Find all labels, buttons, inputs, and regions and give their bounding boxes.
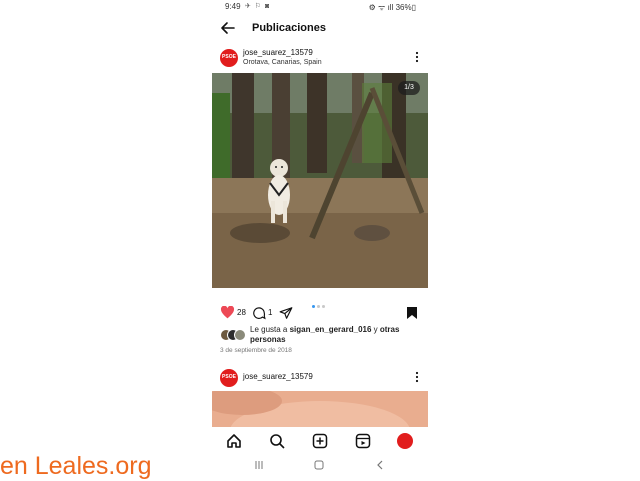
reels-icon[interactable] [355,433,371,449]
recent-apps-icon[interactable] [254,460,264,470]
post-actions: 28 1 [212,304,428,322]
status-battery: ⚙ ᯤ ıll 36%▯ [368,3,416,12]
post-image[interactable]: 1/3 [212,73,428,288]
post-location[interactable]: Orotava, Canarias, Spain [243,59,322,66]
page-title: Publicaciones [252,22,326,34]
home-button-icon[interactable] [314,460,324,470]
post-username[interactable]: jose_suarez_13579 [243,48,313,57]
comments-count[interactable]: 1 [268,308,272,317]
back-arrow-icon[interactable] [220,20,236,36]
likes-count[interactable]: 28 [237,308,246,317]
forest-dog-photo [212,73,428,288]
image-counter: 1/3 [398,81,420,95]
watermark-logo: en Leales.org [0,452,152,480]
liked-by-row: Le gusta a sigan_en_gerard_016 y otras p… [212,324,428,346]
avatar[interactable]: PSOE [220,369,238,387]
bookmark-icon[interactable] [406,306,418,320]
liked-by-user[interactable]: sigan_en_gerard_016 [290,325,372,334]
liked-by-suffix: y [371,325,380,334]
profile-icon[interactable] [397,433,413,449]
search-icon[interactable] [269,433,285,449]
avatar-logo-text: PSOE [222,54,236,60]
status-time: 9:49 [225,2,241,11]
home-icon[interactable] [226,433,242,449]
liked-by-prefix: Le gusta a [250,325,290,334]
system-back-icon[interactable] [375,460,385,470]
liked-by-text[interactable]: Le gusta a sigan_en_gerard_016 y otras p… [250,325,420,345]
more-icon[interactable] [414,370,420,384]
avatar[interactable]: PSOE [220,49,238,67]
skin-closeup-photo [212,391,428,427]
create-icon[interactable] [312,433,328,449]
status-bar: 9:49 ✈ ⚐ ◙ ⚙ ᯤ ıll 36%▯ [212,0,428,14]
comment-icon[interactable] [252,306,266,320]
system-navigation [212,456,428,476]
avatar-logo-text: PSOE [222,374,236,380]
post-header: PSOE jose_suarez_13579 Orotava, Canarias… [212,46,428,74]
bottom-navigation [212,428,428,452]
status-notification-icons: ✈ ⚐ ◙ [245,3,271,10]
post-date: 3 de septiembre de 2018 [220,347,292,354]
post-image[interactable] [212,391,428,427]
post-username[interactable]: jose_suarez_13579 [243,372,313,381]
top-bar: Publicaciones [212,16,428,42]
share-icon[interactable] [279,306,293,320]
instagram-screen: 9:49 ✈ ⚐ ◙ ⚙ ᯤ ıll 36%▯ Publicaciones PS… [212,0,428,480]
post-header: PSOE jose_suarez_13579 [212,366,428,394]
liker-avatar [234,329,246,341]
more-icon[interactable] [414,50,420,64]
heart-icon[interactable] [220,306,235,319]
